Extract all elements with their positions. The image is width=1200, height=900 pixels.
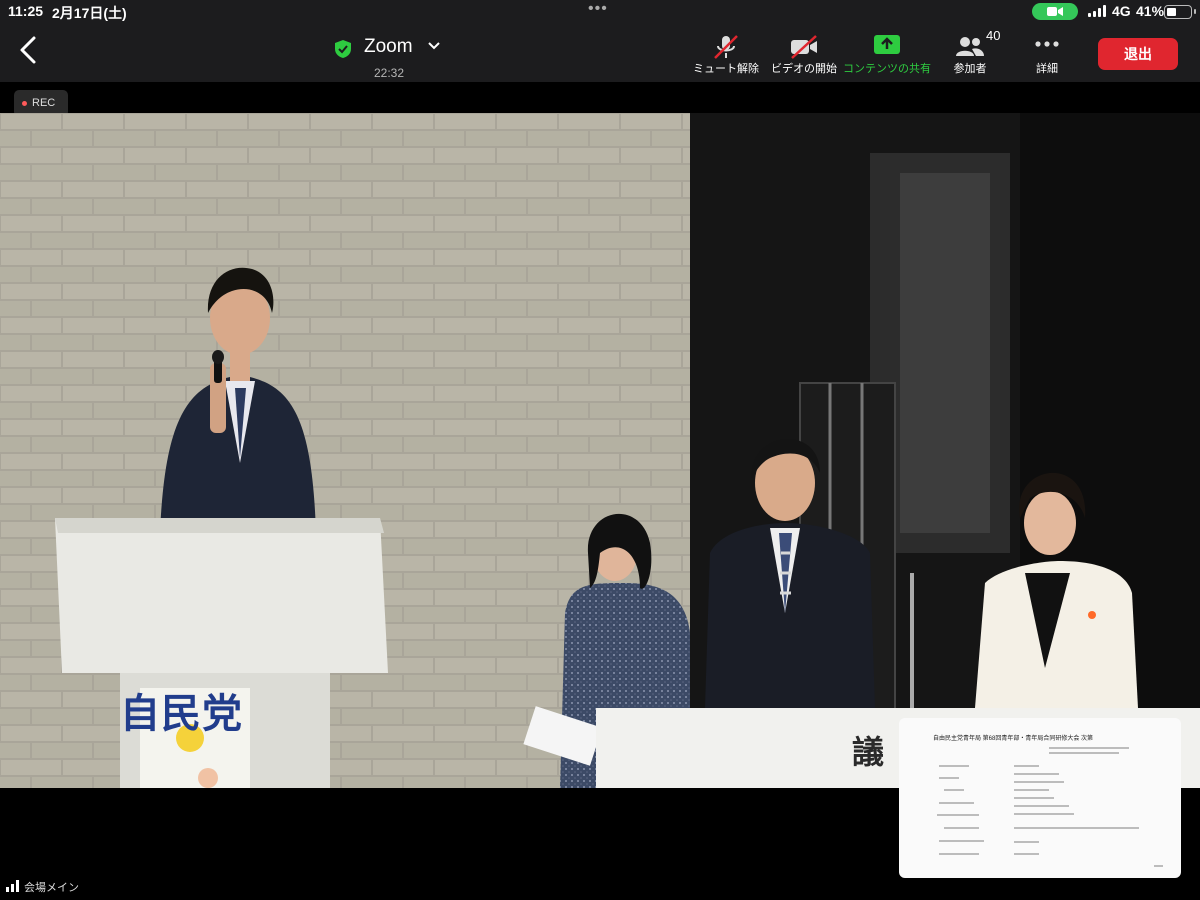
participants-label: 参加者 (953, 63, 987, 75)
meeting-elapsed-time: 22:32 (374, 66, 405, 80)
more-label: 詳細 (1036, 63, 1058, 75)
unmute-button[interactable]: ミュート解除 (690, 30, 762, 78)
leave-button[interactable]: 退出 (1098, 38, 1178, 70)
share-content-label: コンテンツの共有 (843, 63, 931, 75)
share-content-button[interactable]: コンテンツの共有 (842, 30, 932, 78)
svg-text:議: 議 (852, 733, 884, 771)
signal-strength-icon (1088, 5, 1108, 17)
speaker-video-feed[interactable]: 議 自民党 (0, 113, 1200, 788)
video-off-icon (791, 35, 817, 59)
podium-logo-text: 自民党 (120, 691, 243, 737)
meeting-toolbar: Zoom 22:32 ミュート解除 ビデオの開始 コンテンツの共有 40 参加者… (0, 24, 1200, 82)
start-video-button[interactable]: ビデオの開始 (766, 30, 842, 78)
start-video-label: ビデオの開始 (771, 63, 837, 75)
camera-in-use-indicator (1032, 3, 1078, 20)
meeting-title-button[interactable]: Zoom (334, 36, 454, 62)
network-type: 4G (1112, 3, 1131, 19)
chevron-left-icon (20, 36, 36, 64)
unmute-label: ミュート解除 (693, 63, 759, 75)
chevron-down-icon (428, 42, 440, 50)
share-screen-icon (874, 35, 900, 54)
battery-percentage: 41% (1136, 3, 1165, 19)
participants-icon (956, 37, 984, 56)
status-date: 2月17日(土) (52, 5, 127, 21)
status-time: 11:25 (8, 3, 44, 19)
participant-count: 40 (986, 28, 1001, 43)
more-button[interactable]: 詳細 (1018, 30, 1076, 78)
signal-bars-icon (6, 880, 19, 892)
shared-content-thumbnail[interactable]: 自由民主党青年局 第68回青年部・青年局合同研修大会 次第 (899, 718, 1181, 878)
rec-label: REC (32, 97, 56, 109)
encryption-shield-icon (335, 40, 351, 58)
status-bar: 11:25 2月17日(土) ••• 4G 41% (0, 0, 1200, 24)
back-button[interactable] (14, 34, 42, 66)
participants-button[interactable]: 40 参加者 (940, 28, 1001, 78)
meeting-title: Zoom (364, 36, 413, 57)
multitasking-dots-icon[interactable]: ••• (588, 0, 608, 18)
recording-dot-icon (22, 101, 27, 106)
video-camera-icon (1047, 7, 1063, 16)
muted-microphone-icon (714, 35, 738, 59)
more-dots-icon (1035, 41, 1059, 47)
room-label: 会場メイン (24, 882, 79, 894)
document-lines-graphic (937, 747, 1163, 867)
battery-icon (1164, 5, 1196, 19)
